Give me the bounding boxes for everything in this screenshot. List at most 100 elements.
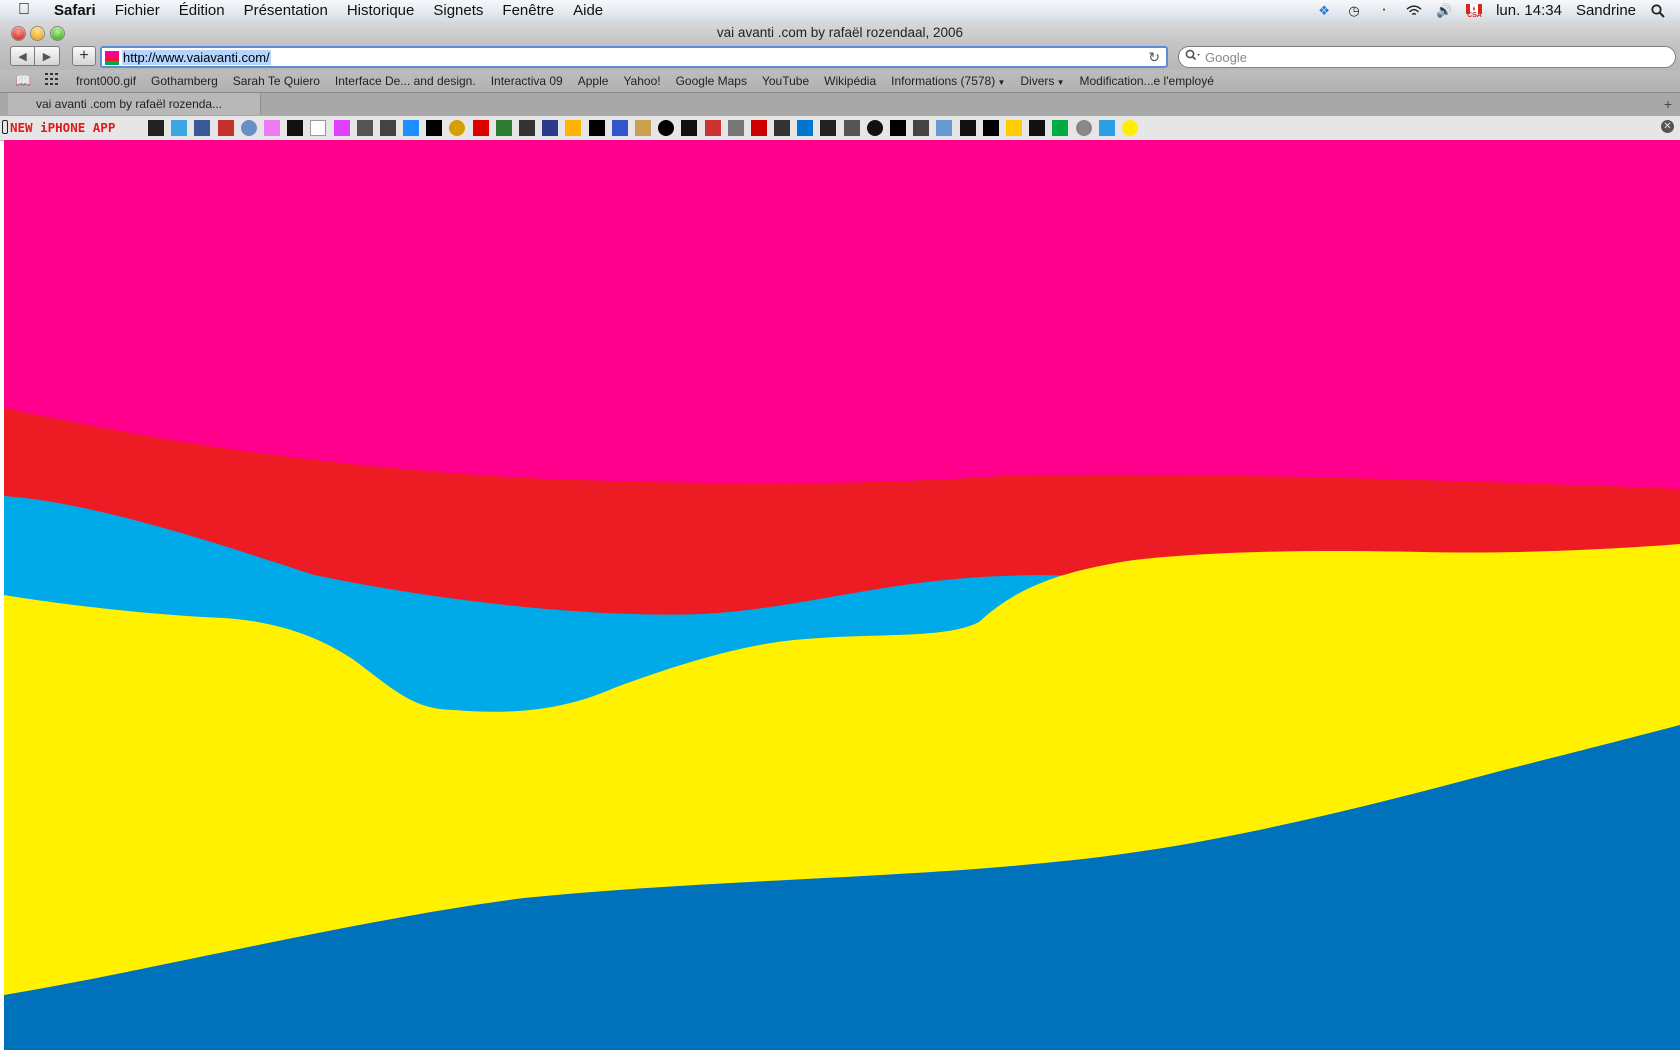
extension-icon[interactable] <box>820 120 837 136</box>
address-bar[interactable]: http://www.vaiavanti.com/ ↻ <box>100 46 1168 68</box>
extension-icon[interactable] <box>588 120 605 136</box>
extension-icon[interactable] <box>403 120 420 136</box>
bluetooth-icon[interactable]: ᛫ <box>1376 3 1392 19</box>
extension-icon[interactable] <box>1098 120 1115 136</box>
extension-icon[interactable] <box>287 120 304 136</box>
extension-icon[interactable] <box>356 120 373 136</box>
extension-icons <box>148 120 1138 136</box>
menu-fichier[interactable]: Fichier <box>115 2 160 19</box>
phone-icon <box>2 120 8 134</box>
menu-bar:  Safari Fichier Édition Présentation Hi… <box>0 0 1680 23</box>
extension-icon[interactable] <box>495 120 512 136</box>
apple-menu-icon[interactable]:  <box>18 1 30 19</box>
wave-artwork <box>4 140 1680 1050</box>
wifi-icon[interactable] <box>1406 3 1422 19</box>
extension-icon[interactable] <box>611 120 628 136</box>
extension-icon[interactable] <box>426 120 443 136</box>
extension-icon[interactable] <box>171 120 188 136</box>
bookmark-folder[interactable]: Divers ▼ <box>1020 74 1064 88</box>
new-tab-icon[interactable]: + <box>1664 96 1672 112</box>
menubar-user[interactable]: Sandrine <box>1576 2 1636 19</box>
bookmark-item[interactable]: Modification...e l'employé <box>1080 74 1214 88</box>
bookmarks-bar: 📖 front000.gif Gothamberg Sarah Te Quier… <box>0 70 1680 92</box>
show-bookmarks-icon[interactable]: 📖 <box>15 73 31 89</box>
bookmark-item[interactable]: Interactiva 09 <box>491 74 563 88</box>
back-button[interactable]: ◀ <box>10 46 35 66</box>
extension-icon[interactable] <box>890 120 906 136</box>
extension-icon[interactable] <box>658 120 675 136</box>
search-field[interactable]: Google <box>1178 46 1676 68</box>
extension-icon[interactable] <box>1005 120 1022 136</box>
bookmark-folder[interactable]: Informations (7578) ▼ <box>891 74 1005 88</box>
extension-icon[interactable] <box>240 120 257 136</box>
time-machine-icon[interactable]: ◷ <box>1346 3 1362 19</box>
add-bookmark-button[interactable]: + <box>72 46 96 66</box>
bookmark-item[interactable]: Apple <box>578 74 609 88</box>
extension-icon[interactable] <box>194 120 211 136</box>
close-icon[interactable]: ✕ <box>1661 120 1674 133</box>
search-placeholder: Google <box>1205 50 1247 65</box>
bookmark-folder-label: Informations (7578) <box>891 74 996 88</box>
extension-icon[interactable] <box>333 120 350 136</box>
bookmark-item[interactable]: Google Maps <box>676 74 747 88</box>
extension-icon[interactable] <box>263 120 280 136</box>
volume-icon[interactable]: 🔊 <box>1436 3 1452 19</box>
spotlight-search-icon[interactable] <box>1650 3 1666 19</box>
extension-icon[interactable] <box>148 120 164 136</box>
bookmark-item[interactable]: Yahoo! <box>623 74 660 88</box>
extension-icon[interactable] <box>727 120 744 136</box>
bookmark-item[interactable]: Interface De... and design. <box>335 74 476 88</box>
webpage-content[interactable] <box>4 140 1680 1050</box>
extension-icon[interactable] <box>843 120 860 136</box>
extension-icon[interactable] <box>310 120 327 136</box>
window-title: vai avanti .com by rafaël rozendaal, 200… <box>716 25 964 40</box>
top-sites-grid-icon[interactable] <box>45 73 59 88</box>
site-favicon-icon <box>105 51 119 65</box>
extension-icon[interactable] <box>449 120 466 136</box>
new-iphone-app-link[interactable]: NEW iPHONE APP <box>10 120 115 135</box>
dropbox-icon[interactable]: ❖ <box>1316 3 1332 19</box>
bookmark-item[interactable]: Sarah Te Quiero <box>233 74 320 88</box>
tab-active[interactable]: vai avanti .com by rafaël rozenda... <box>8 93 261 115</box>
extension-icon[interactable] <box>704 120 721 136</box>
menu-app[interactable]: Safari <box>54 2 96 19</box>
extension-icon[interactable] <box>913 120 930 136</box>
menu-historique[interactable]: Historique <box>347 2 415 19</box>
extension-icon[interactable] <box>472 120 489 136</box>
extension-icon[interactable] <box>1121 120 1138 136</box>
extension-icon[interactable] <box>982 120 999 136</box>
flag-label: CSA <box>1467 11 1482 19</box>
reload-icon[interactable]: ↻ <box>1148 49 1160 66</box>
extension-icon[interactable] <box>217 120 234 136</box>
menu-presentation[interactable]: Présentation <box>244 2 328 19</box>
extension-icon[interactable] <box>1029 120 1046 136</box>
menubar-clock[interactable]: lun. 14:34 <box>1496 2 1562 19</box>
extension-icon[interactable] <box>866 120 883 136</box>
extension-icon[interactable] <box>750 120 767 136</box>
bookmark-item[interactable]: YouTube <box>762 74 809 88</box>
forward-button[interactable]: ▶ <box>35 46 60 66</box>
extension-icon[interactable] <box>542 120 559 136</box>
extension-icon[interactable] <box>1052 120 1069 136</box>
bookmark-item[interactable]: front000.gif <box>76 74 136 88</box>
extension-icon[interactable] <box>565 120 582 136</box>
url-text: http://www.vaiavanti.com/ <box>122 50 271 65</box>
extension-icon[interactable] <box>936 120 953 136</box>
menu-fenetre[interactable]: Fenêtre <box>502 2 554 19</box>
extension-icon[interactable] <box>797 120 814 136</box>
extension-icon[interactable] <box>1075 120 1092 136</box>
extension-icon[interactable] <box>774 120 791 136</box>
bookmark-item[interactable]: Wikipédia <box>824 74 876 88</box>
extension-icon[interactable] <box>681 120 698 136</box>
chevron-down-icon: ▼ <box>995 78 1006 87</box>
bookmark-item[interactable]: Gothamberg <box>151 74 218 88</box>
chevron-down-icon: ▼ <box>1054 78 1065 87</box>
menu-aide[interactable]: Aide <box>573 2 603 19</box>
extension-icon[interactable] <box>379 120 396 136</box>
input-flag-icon[interactable]: CSA <box>1466 3 1483 19</box>
menu-signets[interactable]: Signets <box>433 2 483 19</box>
extension-icon[interactable] <box>519 120 535 136</box>
menu-edition[interactable]: Édition <box>179 2 225 19</box>
extension-icon[interactable] <box>634 120 651 136</box>
extension-icon[interactable] <box>959 120 976 136</box>
